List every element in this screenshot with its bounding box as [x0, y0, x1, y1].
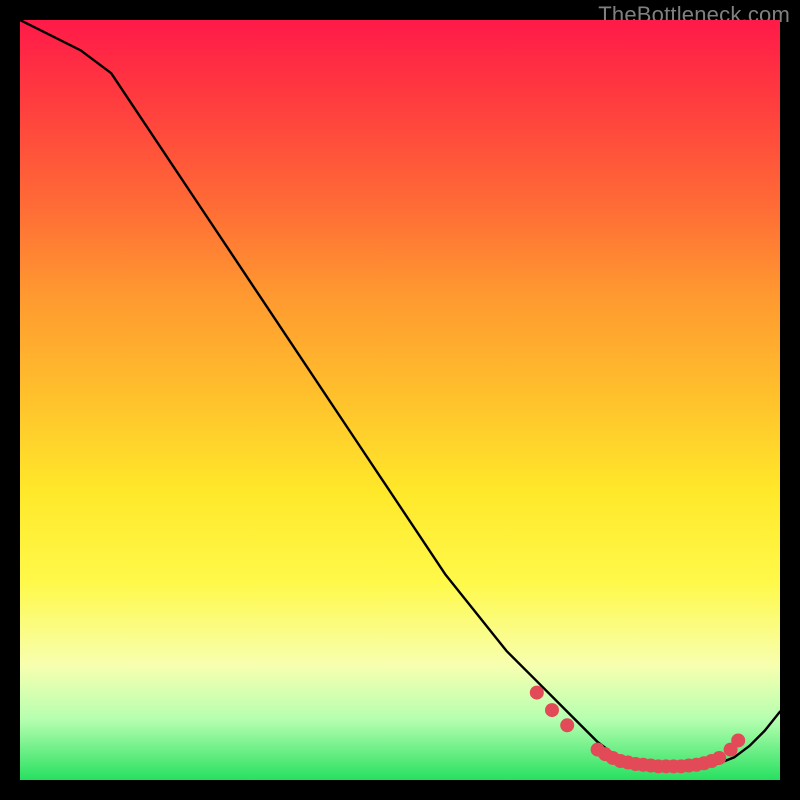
data-point	[712, 751, 726, 765]
data-point	[530, 686, 544, 700]
data-point	[560, 718, 574, 732]
chart-svg	[20, 20, 780, 780]
data-point	[545, 703, 559, 717]
curve-line	[20, 20, 780, 767]
plot-area	[20, 20, 780, 780]
chart-frame: TheBottleneck.com	[0, 0, 800, 800]
data-point	[731, 733, 745, 747]
